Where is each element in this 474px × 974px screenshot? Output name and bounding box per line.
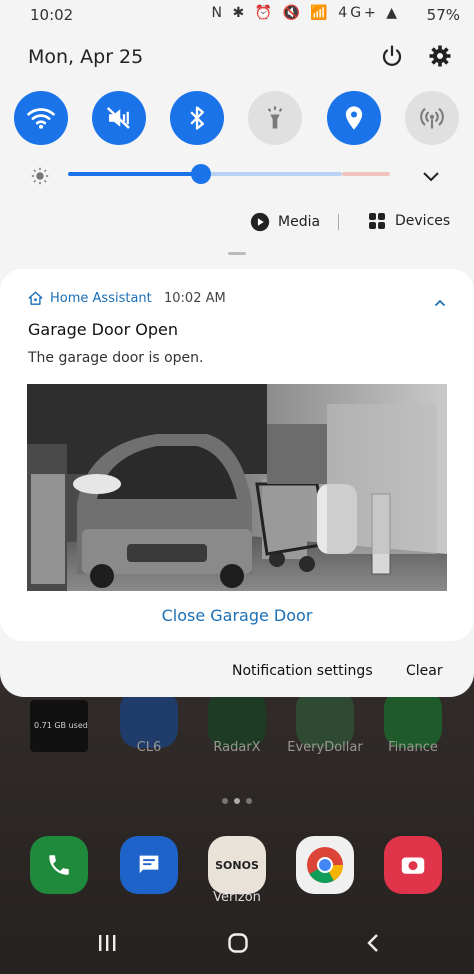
- notification-time: 10:02 AM: [164, 291, 226, 306]
- app-label-radarx: RadarX: [213, 740, 261, 755]
- chrome-app-icon[interactable]: [296, 836, 354, 894]
- devices-label: Devices: [395, 213, 451, 229]
- brightness-slider-empty[interactable]: [202, 172, 342, 176]
- flashlight-toggle[interactable]: [248, 91, 302, 145]
- wifi-toggle[interactable]: [14, 91, 68, 145]
- shade-drag-handle[interactable]: [228, 252, 246, 255]
- settings-gear-icon[interactable]: [426, 42, 454, 70]
- page-indicator-dot-active: [234, 798, 240, 804]
- brightness-slider-thumb[interactable]: [191, 164, 211, 184]
- dock-folder-label: Verizon: [213, 890, 261, 905]
- recent-apps-button[interactable]: [96, 932, 118, 960]
- phone-app-icon[interactable]: [30, 836, 88, 894]
- app-label-everydollar: EveryDollar: [287, 740, 363, 755]
- media-button[interactable]: Media: [250, 212, 320, 232]
- media-devices-divider: [338, 214, 339, 230]
- app-label-cl6: CL6: [136, 740, 162, 755]
- back-button[interactable]: [362, 932, 384, 960]
- brightness-slider-warning[interactable]: [342, 172, 390, 176]
- power-icon[interactable]: [378, 42, 406, 70]
- shade-date: Mon, Apr 25: [28, 46, 144, 68]
- notification-card[interactable]: Home Assistant 10:02 AM Garage Door Open…: [0, 269, 474, 641]
- close-garage-door-button[interactable]: Close Garage Door: [0, 606, 474, 625]
- clear-notifications-button[interactable]: Clear: [406, 663, 443, 679]
- page-indicator-dot: [222, 798, 228, 804]
- bluetooth-toggle[interactable]: [170, 91, 224, 145]
- garage-camera-image[interactable]: [27, 384, 447, 591]
- bluetooth-icon: [190, 106, 204, 130]
- expand-chevron-icon[interactable]: [422, 168, 440, 187]
- status-bar: 10:02 N ✱ ⏰ 🔇 📶 4G+ ▲ 57%: [0, 0, 474, 30]
- brightness-slider-filled[interactable]: [68, 172, 202, 176]
- notification-title: Garage Door Open: [28, 320, 178, 339]
- vibrate-mute-icon: [106, 107, 130, 129]
- hotspot-icon: [420, 108, 444, 129]
- hotspot-toggle[interactable]: [405, 91, 459, 145]
- notification-body: The garage door is open.: [28, 350, 204, 366]
- mute-toggle[interactable]: [92, 91, 146, 145]
- status-icons: N ✱ ⏰ 🔇 📶 4G+ ▲: [211, 5, 400, 21]
- page-indicator-dot: [246, 798, 252, 804]
- brightness-sun-icon: [31, 167, 49, 189]
- messages-app-icon[interactable]: [120, 836, 178, 894]
- camera-app-icon[interactable]: [384, 836, 442, 894]
- devices-button[interactable]: Devices: [368, 212, 450, 230]
- storage-widget-text: 0.71 GB used: [34, 721, 88, 730]
- play-icon: [250, 212, 270, 232]
- status-time: 10:02: [30, 6, 74, 24]
- sonos-app-icon[interactable]: SONOS: [208, 836, 266, 894]
- app-label-finance: Finance: [388, 740, 438, 755]
- wifi-icon: [27, 108, 55, 129]
- home-assistant-icon: [28, 291, 43, 310]
- media-label: Media: [278, 214, 321, 230]
- flashlight-icon: [267, 106, 283, 129]
- collapse-chevron-icon[interactable]: [434, 293, 446, 312]
- devices-grid-icon: [369, 213, 385, 229]
- battery-percent: 57%: [426, 6, 460, 24]
- notification-app-name: Home Assistant: [50, 291, 152, 306]
- home-button[interactable]: [227, 932, 249, 960]
- location-toggle[interactable]: [327, 91, 381, 145]
- sonos-app-text: SONOS: [215, 858, 259, 872]
- location-pin-icon: [345, 106, 363, 130]
- notification-settings-button[interactable]: Notification settings: [232, 663, 373, 679]
- notification-shade: 10:02 N ✱ ⏰ 🔇 📶 4G+ ▲ 57% Mon, Apr 25 Me…: [0, 0, 474, 697]
